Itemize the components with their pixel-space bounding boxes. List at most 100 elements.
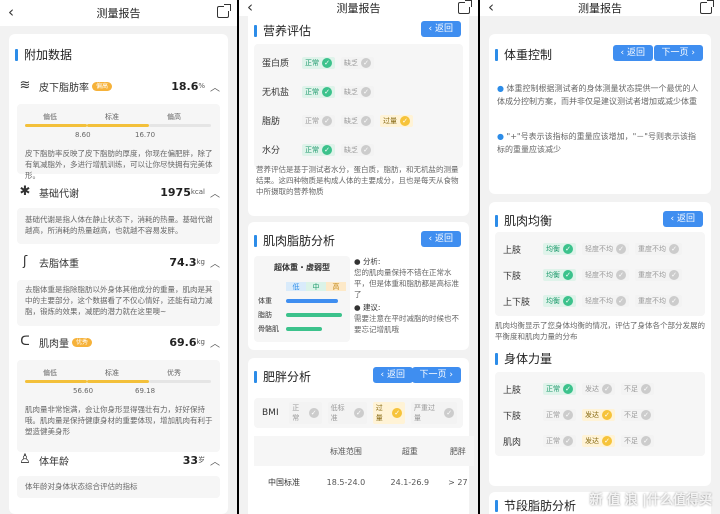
table-row: 水分 正常 ✓ 缺乏 ✓	[262, 137, 459, 162]
bmi-label: BMI	[262, 408, 279, 418]
muscle-arm-icon: ᑕ	[20, 334, 30, 349]
nutrition-card: 营养评估 ‹ 返回 蛋白质 正常 ✓ 缺乏 ✓ 无机盐 正常 ✓ 缺乏 ✓ 脂肪 正常 ✓ 缺乏 ✓ 过量 ✓ 水…	[248, 16, 469, 216]
muscle-desc: 肌肉量非常饱满，会让你身形显得强壮有力，好好保持哦。肌肉量是保持健康身材的重要体…	[25, 405, 213, 436]
age-desc: 体年龄对身体状态综合评估的指标	[25, 482, 138, 491]
status-chip: 不足 ✓	[621, 409, 654, 421]
table-row: 上肢 均衡 ✓ 轻度不均 ✓ 重度不均 ✓	[503, 238, 701, 260]
bmr-unit: kcal	[190, 188, 205, 196]
back-button[interactable]: ‹ 返回	[662, 211, 703, 227]
balance-title: 肌肉均衡	[495, 212, 552, 229]
status-chip: 发达 ✓	[582, 435, 615, 447]
status-chip: 不足 ✓	[621, 383, 654, 395]
fat-desc: 皮下脂肪率反映了皮下脂肪的厚度，你现在偏肥胖，除了有氧减脂外，多进行增肌训练，可…	[25, 149, 213, 180]
muscle-fat-chart: 超体重・虚弱型 低 中 高 体重 脂肪 骨骼肌	[254, 256, 350, 342]
header-range: 标准范围	[329, 446, 362, 456]
chevron-up-icon[interactable]: ︿	[210, 453, 220, 468]
check-icon: ✓	[669, 296, 679, 306]
header-obese: 肥胖	[449, 446, 466, 456]
back-button-label: 返回	[386, 370, 405, 380]
check-icon: ✓	[641, 384, 651, 394]
fat-rate-unit: %	[198, 82, 205, 90]
bar-low	[25, 124, 87, 127]
nutrition-title: 营养评估	[254, 22, 311, 39]
lean-mass-row[interactable]: ʃ 去脂体重 74.3 kg ︿	[17, 254, 220, 270]
back-button[interactable]: ‹ 返回	[612, 45, 653, 61]
check-icon: ✓	[392, 408, 403, 418]
status-chip: 重度不均 ✓	[635, 269, 682, 281]
weight-bullet-2-text: "+"号表示该指标的重量应该增加，"－"号则表示该指标的重量应该减少	[497, 132, 696, 154]
skin-fat-icon: ≋	[19, 78, 31, 93]
chevron-up-icon[interactable]: ︿	[210, 79, 220, 94]
chip-label: 严重过量	[414, 404, 436, 422]
bar-weight	[286, 299, 338, 303]
page-title: 测量报告	[578, 2, 622, 15]
status-chip: 正常 ✓	[543, 409, 576, 421]
tick-2: 69.18	[135, 387, 156, 395]
page-title: 测量报告	[96, 7, 141, 20]
chip-label: 不足	[624, 437, 638, 445]
chevron-up-icon[interactable]: ︿	[210, 255, 220, 270]
chevron-up-icon[interactable]: ︿	[210, 185, 220, 200]
lean-body-icon: ʃ	[22, 254, 28, 269]
back-button[interactable]: ‹ 返回	[420, 231, 461, 247]
check-icon: ✓	[361, 144, 371, 155]
back-button[interactable]: ‹ 返回	[420, 21, 461, 37]
check-icon: ✓	[669, 244, 679, 254]
col-high: 高	[326, 282, 346, 291]
chip-label: 重度不均	[638, 271, 666, 279]
row-label: 上下肢	[503, 297, 531, 308]
top-bar: ‹ 测量报告	[0, 0, 237, 26]
chart-title: 超体重・虚弱型	[274, 263, 330, 272]
table-row: 无机盐 正常 ✓ 缺乏 ✓	[262, 79, 459, 104]
age-detail-box: 体年龄对身体状态综合评估的指标	[17, 476, 220, 498]
page-title: 测量报告	[336, 2, 381, 15]
nutrition-table: 蛋白质 正常 ✓ 缺乏 ✓ 无机盐 正常 ✓ 缺乏 ✓ 脂肪 正常 ✓ 缺乏 ✓ 过量 ✓ 水分 正常 ✓ 缺乏 ✓	[254, 44, 463, 168]
next-page-button[interactable]: 下一页 ›	[411, 367, 461, 383]
chevron-up-icon[interactable]: ︿	[210, 335, 220, 350]
chip-label: 发达	[585, 385, 599, 393]
check-icon: ✓	[322, 144, 332, 155]
chip-label: 正常	[546, 437, 560, 445]
back-chevron-icon[interactable]: ‹	[247, 0, 253, 15]
table-row: 上下肢 均衡 ✓ 轻度不均 ✓ 重度不均 ✓	[503, 290, 701, 312]
band-standard: 标准	[105, 113, 119, 121]
balance-desc: 肌肉均衡显示了您身体均衡的情况，评估了身体各个部分发展的平衡度和肌肉力量的分布	[495, 321, 705, 341]
obesity-table: 标准范围 超重 肥胖 中国标准 18.5-24.0 24.1-26.9 > 27	[254, 436, 474, 498]
tick-1: 8.60	[75, 131, 91, 139]
back-button-label: 返回	[434, 24, 453, 34]
lean-mass-value: 74.3	[169, 255, 197, 269]
row-skeletal: 骨骼肌	[258, 325, 279, 333]
bmr-row[interactable]: ✱ 基础代谢 1975 kcal ︿	[17, 184, 220, 200]
cell-standard: 中国标准	[268, 477, 300, 487]
bmr-detail-box: 基础代谢是指人体在静止状态下，消耗的热量。基础代谢越高，所消耗的热量越高，也就越…	[17, 208, 220, 244]
back-chevron-icon[interactable]: ‹	[8, 5, 14, 20]
chip-label: 正常	[305, 116, 319, 125]
fat-rate-value: 18.6	[171, 79, 199, 93]
share-icon[interactable]	[700, 0, 714, 14]
share-icon[interactable]	[458, 0, 472, 14]
next-page-button[interactable]: 下一页 ›	[653, 45, 703, 61]
back-chevron-icon[interactable]: ‹	[488, 0, 494, 15]
strength-title: 身体力量	[495, 350, 552, 367]
body-age-row[interactable]: ♙ 体年龄 33 岁 ︿	[17, 452, 220, 468]
chip-label: 正常	[292, 404, 300, 422]
next-button-label: 下一页	[419, 370, 447, 380]
status-chip: 缺乏 ✓	[341, 85, 374, 98]
body-age-label: 体年龄	[39, 456, 69, 468]
fat-rate-row[interactable]: ≋ 皮下脂肪率 偏高 18.6 % ︿	[17, 78, 220, 94]
status-badge: 偏高	[92, 81, 113, 91]
check-icon: ✓	[669, 270, 679, 280]
row-label: 下肢	[503, 411, 522, 422]
status-chip: 重度不均 ✓	[635, 295, 682, 307]
muscle-row[interactable]: ᑕ 肌肉量 优秀 69.6 kg ︿	[17, 334, 220, 350]
chip-label: 过量	[383, 116, 397, 125]
share-icon[interactable]	[217, 4, 231, 18]
row-fat: 脂肪	[258, 311, 272, 319]
chart-cols: 低 中 高	[286, 282, 346, 291]
panel-additional-data: ‹ 测量报告 附加数据 ≋ 皮下脂肪率 偏高 18.6 % ︿ 偏低 标准 偏高…	[0, 0, 237, 514]
analysis-text: 您的肌肉量保持不错在正常水平，但是体重和脂肪都是高标准了	[354, 268, 459, 299]
status-chip: 正常 ✓	[302, 143, 335, 156]
back-button[interactable]: ‹ 返回	[372, 367, 413, 383]
status-chip: 严重过量 ✓	[411, 402, 457, 424]
table-row: 脂肪 正常 ✓ 缺乏 ✓ 过量 ✓	[262, 108, 459, 133]
